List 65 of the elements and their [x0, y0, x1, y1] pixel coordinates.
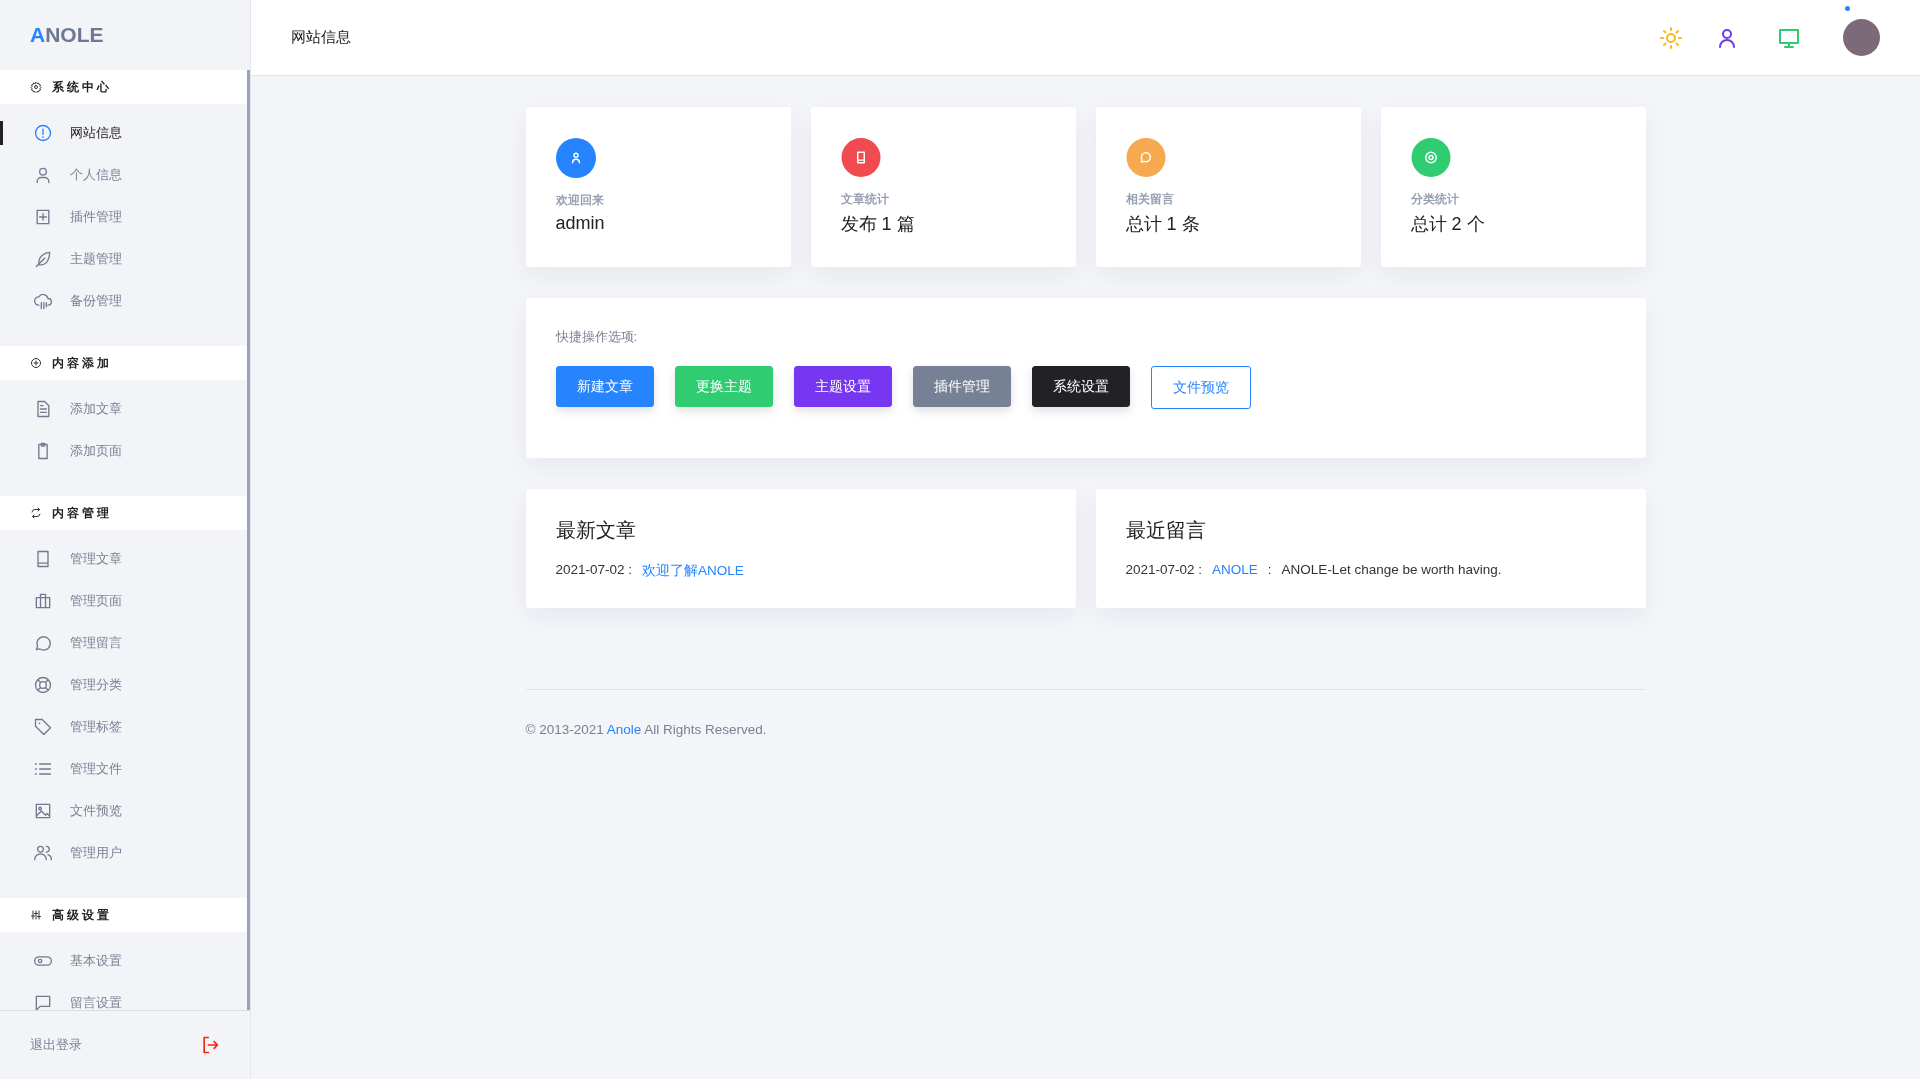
quick-action-button[interactable]: 更换主题	[674, 366, 773, 407]
section-icon	[30, 81, 42, 93]
menu-icon	[33, 717, 53, 737]
stat-value: 总计 2 个	[1410, 213, 1485, 236]
footer-link[interactable]: Anole	[606, 722, 642, 737]
stat-label: 欢迎回来	[555, 192, 604, 209]
sidebar-item[interactable]: 添加文章	[0, 388, 247, 430]
logout-icon	[200, 1035, 220, 1055]
menu-icon	[33, 291, 53, 311]
logout-link[interactable]: 退出登录	[0, 1010, 250, 1079]
section-header: 内容添加	[0, 346, 247, 380]
sidebar-item[interactable]: 添加页面	[0, 430, 247, 472]
menu-icon	[33, 801, 53, 821]
quick-action-button[interactable]: 文件预览	[1150, 366, 1251, 409]
section-icon	[30, 507, 42, 519]
sidebar-item[interactable]: 个人信息	[0, 154, 247, 196]
quick-actions-title: 快捷操作选项:	[555, 328, 639, 346]
menu-icon	[33, 123, 53, 143]
post-date: 2021-07-02 :	[555, 562, 633, 579]
section-icon	[30, 909, 42, 921]
sidebar-item[interactable]: 网站信息	[0, 112, 247, 154]
menu-icon	[33, 249, 53, 269]
stat-label: 相关留言	[1125, 191, 1174, 208]
stat-value: admin	[555, 213, 605, 234]
page-title: 网站信息	[291, 28, 351, 47]
menu-icon	[33, 993, 53, 1013]
sidebar-item[interactable]: 管理分类	[0, 664, 247, 706]
stat-label: 文章统计	[840, 191, 889, 208]
sidebar-item[interactable]: 管理标签	[0, 706, 247, 748]
menu-icon	[33, 591, 53, 611]
avatar[interactable]	[1843, 19, 1880, 56]
footer-text: © 2013-2021 Anole All Rights Reserved.	[525, 689, 1646, 737]
sidebar-item[interactable]: 管理文章	[0, 538, 247, 580]
sidebar-item[interactable]: 主题管理	[0, 238, 247, 280]
logo: ANOLE	[29, 22, 105, 48]
sidebar-item[interactable]: 备份管理	[0, 280, 247, 322]
separator: :	[1267, 562, 1272, 577]
menu-icon	[33, 633, 53, 653]
section-header: 系统中心	[0, 70, 247, 104]
quick-action-button[interactable]: 系统设置	[1031, 366, 1130, 407]
sidebar-item[interactable]: 文件预览	[0, 790, 247, 832]
stat-value: 总计 1 条	[1125, 213, 1200, 236]
sidebar-item[interactable]: 管理用户	[0, 832, 247, 874]
menu-icon	[33, 675, 53, 695]
stat-value: 发布 1 篇	[840, 213, 915, 236]
quick-action-button[interactable]: 插件管理	[912, 366, 1011, 407]
sidebar-item[interactable]: 管理文件	[0, 748, 247, 790]
post-link[interactable]: 欢迎了解ANOLE	[642, 562, 744, 580]
quick-action-button[interactable]: 主题设置	[793, 366, 892, 407]
sidebar-item[interactable]: 管理页面	[0, 580, 247, 622]
notification-dot	[1845, 6, 1850, 11]
comment-date: 2021-07-02 :	[1125, 562, 1203, 577]
comment-author-link[interactable]: ANOLE	[1212, 562, 1258, 577]
stat-label: 分类统计	[1410, 191, 1459, 208]
card-title: 最近留言	[1125, 518, 1207, 543]
card-title: 最新文章	[555, 518, 637, 543]
menu-icon	[33, 843, 53, 863]
quick-action-button[interactable]: 新建文章	[555, 366, 654, 407]
comment-text: ANOLE-Let change be worth having.	[1281, 562, 1502, 577]
sidebar-item[interactable]: 管理留言	[0, 622, 247, 664]
section-header: 高级设置	[0, 898, 247, 932]
sidebar-item[interactable]: 插件管理	[0, 196, 247, 238]
sidebar-item[interactable]: 基本设置	[0, 940, 247, 982]
section-icon	[30, 357, 42, 369]
section-header: 内容管理	[0, 496, 247, 530]
